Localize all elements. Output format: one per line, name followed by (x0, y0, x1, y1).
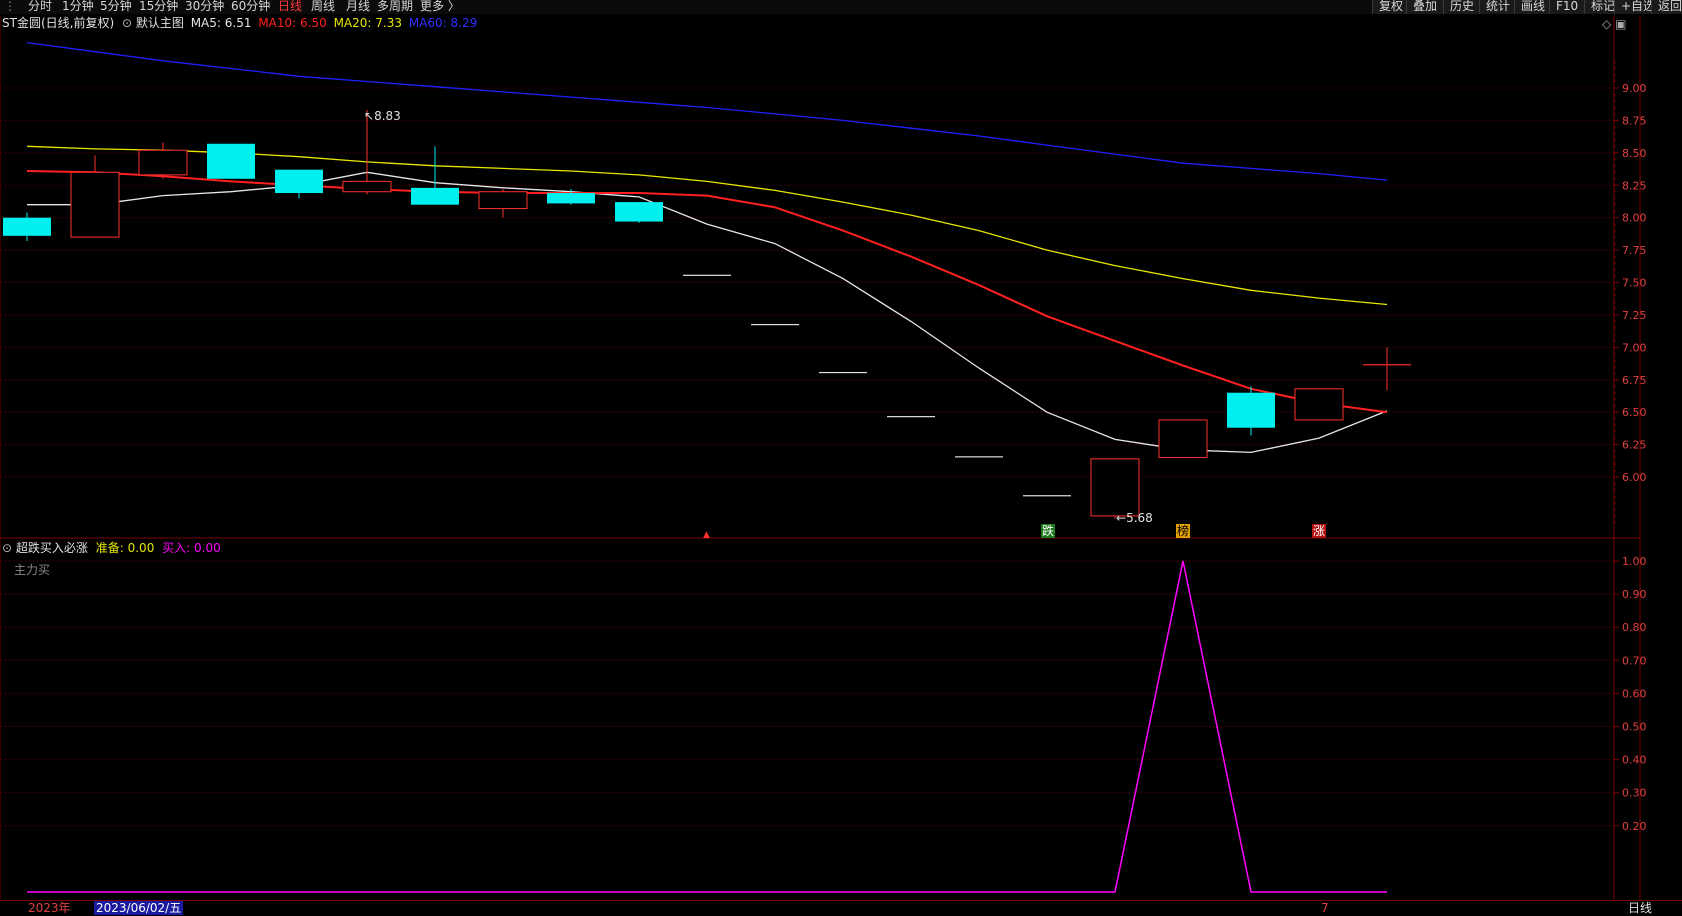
main-y-label-8: 7.00 (1622, 341, 1647, 354)
low-arrow-icon: ← (1116, 511, 1127, 525)
candle-1 (70, 155, 120, 238)
candle-body (819, 371, 867, 374)
cursor-date: 2023/06/02/五 (94, 901, 184, 915)
marker-die: 跌 (1041, 524, 1056, 538)
candle-8 (547, 189, 595, 205)
sub-y-label-4: 0.60 (1622, 687, 1647, 700)
candle-body (615, 202, 663, 222)
candle-body (887, 416, 935, 418)
candle-body (138, 149, 188, 176)
main-y-label-0: 9.00 (1622, 82, 1647, 95)
main-y-label-7: 7.25 (1622, 309, 1647, 322)
main-y-label-3: 8.25 (1622, 179, 1647, 192)
year-label: 2023年 (28, 901, 71, 915)
indicator-lines (27, 560, 1387, 893)
candle-13 (887, 416, 935, 418)
month-mark: 7 (1321, 901, 1329, 915)
sub-y-label-5: 0.50 (1622, 721, 1647, 734)
candle-6 (411, 146, 459, 205)
candlesticks (3, 110, 1411, 519)
main-y-label-6: 7.50 (1622, 277, 1647, 290)
candle-body (1158, 419, 1208, 459)
main-y-label-12: 6.00 (1622, 471, 1647, 484)
candle-body (1227, 392, 1275, 428)
small-up-arrow-icon: ▲ (703, 530, 710, 540)
candle-body (751, 323, 799, 326)
candle-12 (819, 371, 867, 374)
candle-0 (3, 212, 51, 242)
candle-body (207, 143, 255, 179)
candle-body (3, 217, 51, 236)
candle-7 (478, 189, 528, 218)
candle-9 (615, 202, 663, 223)
candle-body (683, 274, 731, 276)
candle-body (478, 191, 528, 210)
candle-15 (1023, 495, 1071, 497)
main-y-label-1: 8.75 (1622, 114, 1647, 127)
candle-body (70, 171, 120, 238)
candle-body (955, 456, 1003, 458)
sub-y-label-0: 1.00 (1622, 555, 1647, 568)
marker-bang: 榜 (1176, 524, 1191, 538)
candle-14 (955, 456, 1003, 458)
line-ma5 (27, 171, 1388, 454)
candle-body (1023, 495, 1071, 497)
low-value: 5.68 (1126, 511, 1153, 525)
sub-y-label-8: 0.20 (1622, 820, 1647, 833)
sub-y-label-1: 0.90 (1622, 588, 1647, 601)
candle-body (1363, 364, 1411, 366)
candle-11 (751, 323, 799, 326)
main-y-label-2: 8.50 (1622, 147, 1647, 160)
date-axis (0, 900, 1682, 916)
candle-body (342, 180, 392, 193)
high-value: 8.83 (374, 109, 401, 123)
candle-18 (1227, 386, 1275, 436)
y-axis-labels: 9.00 8.75 8.50 8.25 8.00 7.75 7.50 7.25 7.00 6.75… (1622, 82, 1647, 833)
high-label: ↖8.83 (364, 109, 401, 123)
candle-19 (1294, 388, 1344, 421)
candle-17 (1158, 419, 1208, 459)
sub-y-label-7: 0.30 (1622, 787, 1647, 800)
sub-y-label-2: 0.80 (1622, 621, 1647, 634)
main-y-label-10: 6.50 (1622, 406, 1647, 419)
candle-body (1294, 388, 1344, 421)
sub-y-label-3: 0.70 (1622, 654, 1647, 667)
main-y-label-5: 7.75 (1622, 244, 1647, 257)
marker-zhang: 涨 (1312, 524, 1327, 538)
candle-3 (207, 143, 255, 179)
candle-4 (275, 169, 323, 199)
main-y-label-4: 8.00 (1622, 212, 1647, 225)
candle-body (1090, 458, 1140, 517)
candle-body (411, 187, 459, 205)
indicator-line-main-buy (27, 560, 1387, 893)
candle-body (275, 169, 323, 194)
candle-body (547, 193, 595, 204)
candle-20 (1363, 347, 1411, 391)
main-y-label-9: 6.75 (1622, 374, 1647, 387)
line-ma10 (26, 170, 1388, 414)
main-y-label-11: 6.25 (1622, 439, 1647, 452)
moving-average-lines (26, 41, 1388, 454)
price-chart[interactable]: 9.00 8.75 8.50 8.25 8.00 7.75 7.50 7.25 7.00 6.75… (0, 0, 1682, 915)
low-label: ←5.68 (1116, 511, 1153, 525)
sub-y-label-6: 0.40 (1622, 754, 1647, 767)
candle-16 (1090, 458, 1140, 519)
candle-10 (683, 274, 731, 276)
period-label[interactable]: 日线 (1628, 901, 1652, 915)
candle-2 (138, 142, 188, 179)
high-arrow-icon: ↖ (364, 109, 375, 123)
